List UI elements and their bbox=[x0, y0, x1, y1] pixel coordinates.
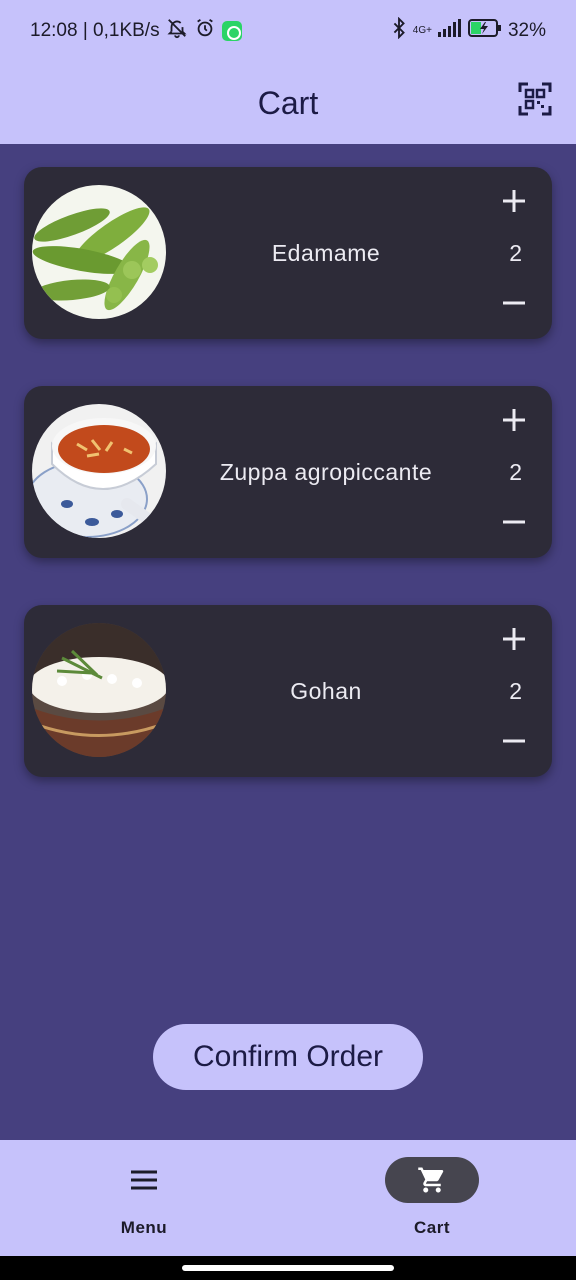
nav-item-cart[interactable]: Cart bbox=[332, 1140, 532, 1256]
nav-label-cart: Cart bbox=[413, 1218, 450, 1237]
battery-percent: 32% bbox=[507, 20, 546, 41]
gesture-area bbox=[0, 1256, 576, 1280]
nav-item-menu[interactable]: Menu bbox=[44, 1140, 244, 1256]
increase-quantity-button[interactable] bbox=[500, 625, 528, 653]
gohan-image bbox=[32, 623, 166, 757]
minus-icon bbox=[503, 739, 525, 743]
edamame-image bbox=[32, 185, 166, 319]
plus-icon bbox=[503, 409, 525, 431]
hamburger-menu-icon bbox=[131, 1170, 157, 1190]
item-name: Edamame bbox=[271, 239, 381, 266]
minus-icon bbox=[503, 301, 525, 305]
minus-icon bbox=[503, 520, 525, 524]
bottom-navigation: Menu Cart bbox=[0, 1140, 576, 1256]
whatsapp-icon bbox=[221, 21, 242, 41]
nav-pill-cart bbox=[385, 1157, 479, 1203]
network-type: 4G+ bbox=[412, 25, 432, 36]
plus-icon bbox=[503, 190, 525, 212]
status-left: 12:08 | 0,1KB/s bbox=[30, 17, 242, 45]
cart-content: Edamame 2 Zuppa agropiccante 2 Gohan 2 C… bbox=[0, 144, 576, 1140]
zuppa-image bbox=[32, 404, 166, 538]
alarm-icon bbox=[194, 17, 216, 45]
nav-label-menu: Menu bbox=[120, 1218, 168, 1237]
decrease-quantity-button[interactable] bbox=[500, 727, 528, 755]
bluetooth-icon bbox=[391, 16, 407, 45]
increase-quantity-button[interactable] bbox=[500, 187, 528, 215]
battery-charging-icon bbox=[467, 19, 502, 43]
signal-icon bbox=[437, 19, 462, 43]
app-bar: Cart bbox=[0, 62, 576, 144]
page-title: Cart bbox=[257, 84, 319, 121]
plus-icon bbox=[503, 628, 525, 650]
item-name: Zuppa agropiccante bbox=[219, 458, 433, 485]
item-name: Gohan bbox=[290, 677, 362, 704]
qr-scan-icon bbox=[518, 82, 552, 116]
cart-item: Zuppa agropiccante 2 bbox=[24, 386, 552, 558]
decrease-quantity-button[interactable] bbox=[500, 289, 528, 317]
shopping-cart-icon bbox=[418, 1167, 444, 1193]
mute-bell-icon bbox=[166, 17, 188, 45]
status-time: 12:08 | 0,1KB/s bbox=[30, 20, 160, 41]
increase-quantity-button[interactable] bbox=[500, 406, 528, 434]
nav-pill-menu bbox=[97, 1157, 191, 1203]
status-bar: 12:08 | 0,1KB/s 4G+ 32% bbox=[0, 0, 576, 62]
confirm-order-button[interactable]: Confirm Order bbox=[153, 1024, 423, 1090]
cart-item: Edamame 2 bbox=[24, 167, 552, 339]
status-right: 4G+ 32% bbox=[391, 16, 546, 45]
decrease-quantity-button[interactable] bbox=[500, 508, 528, 536]
qr-scan-button[interactable] bbox=[518, 82, 552, 116]
cart-item: Gohan 2 bbox=[24, 605, 552, 777]
gesture-handle[interactable] bbox=[182, 1265, 394, 1271]
